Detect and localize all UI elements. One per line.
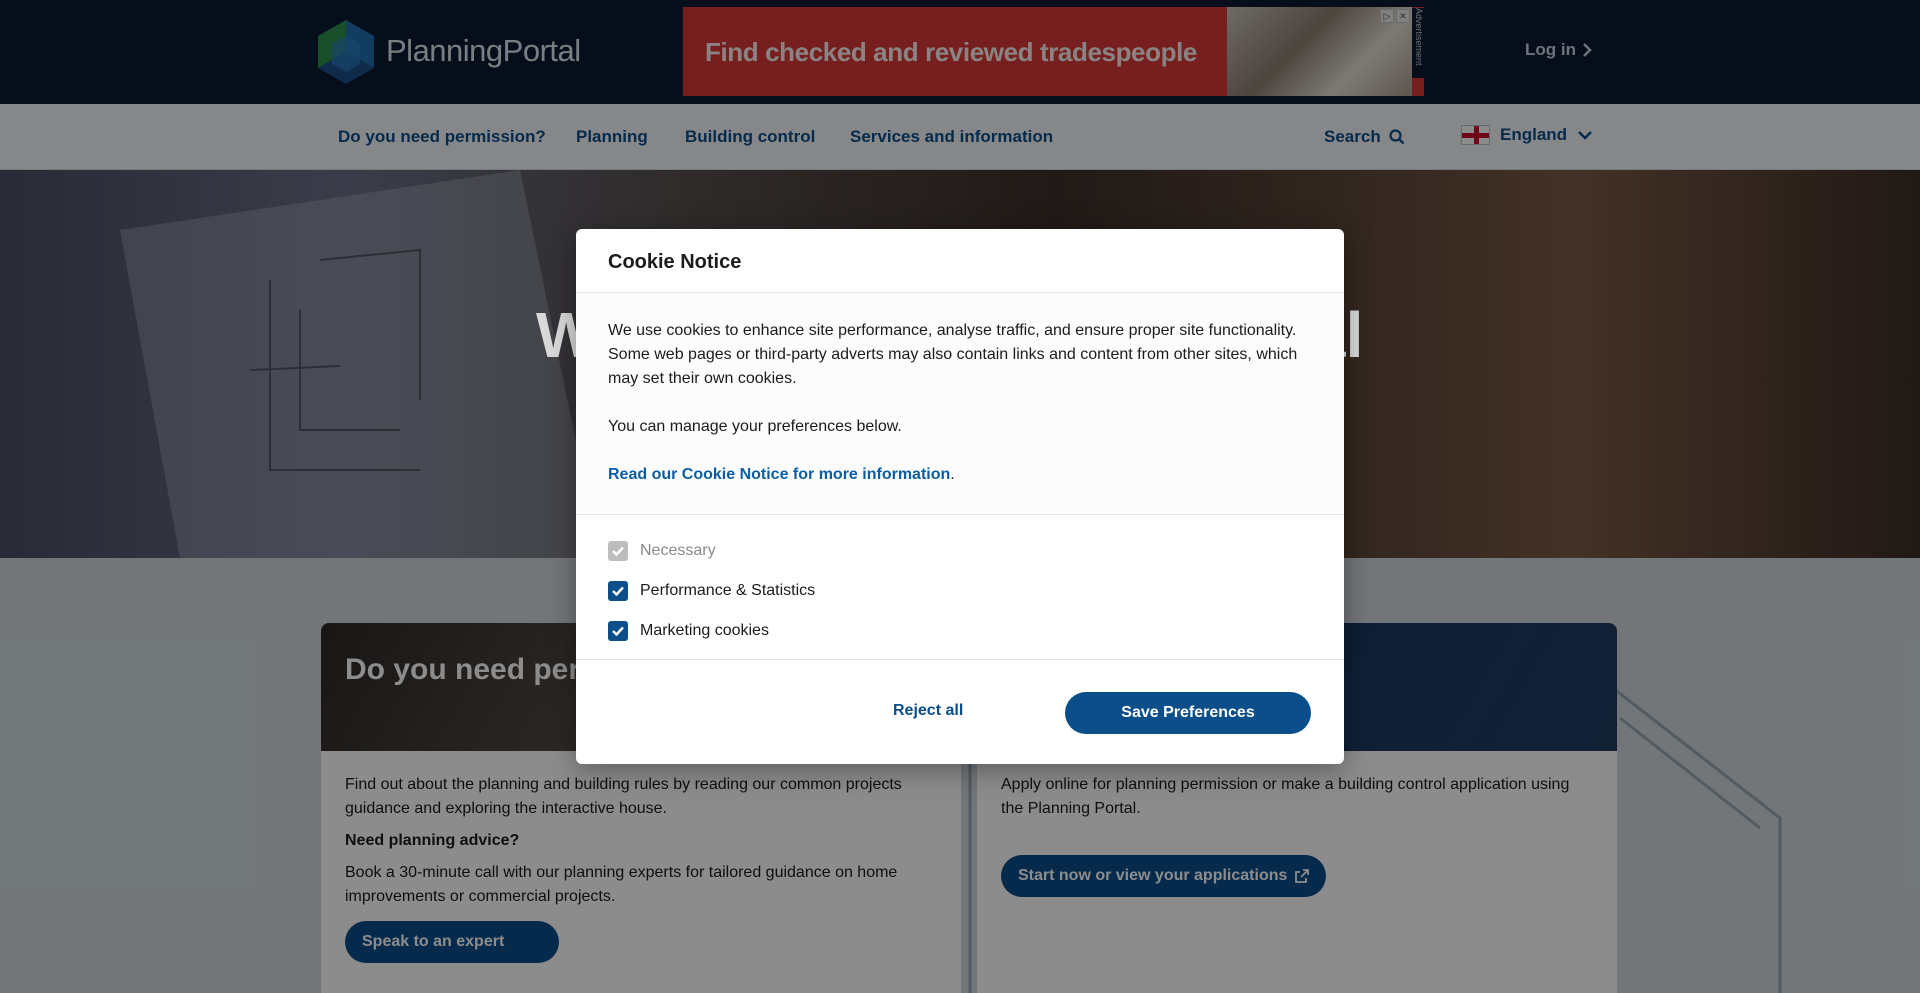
necessary-checkbox [608, 541, 628, 561]
necessary-label: Necessary [640, 542, 716, 559]
cookie-notice-dialog: Cookie Notice We use cookies to enhance … [576, 229, 1344, 764]
performance-option[interactable]: Performance & Statistics [608, 571, 1312, 611]
check-icon [612, 546, 624, 557]
cookie-notice-title: Cookie Notice [608, 251, 742, 273]
cookie-notice-description: We use cookies to enhance site performan… [608, 322, 1298, 387]
save-preferences-button[interactable]: Save Preferences [1065, 692, 1311, 734]
cookie-notice-link-suffix: . [950, 466, 955, 483]
necessary-option: Necessary [608, 531, 1312, 571]
cookie-options: Necessary Performance & Statistics Marke… [576, 515, 1344, 660]
manage-preferences-text: You can manage your preferences below. [608, 418, 902, 435]
check-icon [612, 626, 624, 637]
marketing-label[interactable]: Marketing cookies [640, 622, 769, 640]
performance-checkbox[interactable] [608, 581, 628, 601]
marketing-option[interactable]: Marketing cookies [608, 611, 1312, 651]
check-icon [612, 586, 624, 597]
performance-label[interactable]: Performance & Statistics [640, 582, 815, 600]
marketing-checkbox[interactable] [608, 621, 628, 641]
reject-all-button[interactable]: Reject all [893, 702, 963, 720]
cookie-notice-link[interactable]: Read our Cookie Notice for more informat… [608, 466, 950, 483]
modal-backdrop-top[interactable] [0, 0, 1920, 170]
